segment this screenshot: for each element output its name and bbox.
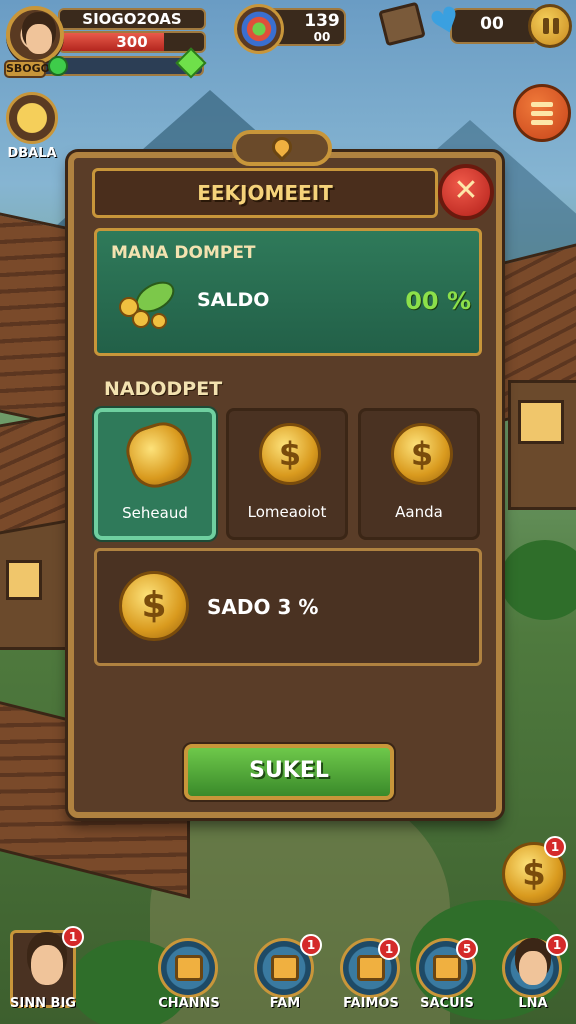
dock-label: LNA — [518, 996, 548, 1011]
health-value: 300 — [116, 33, 148, 51]
level-tag: SBOGO — [4, 60, 50, 78]
avatar-face — [26, 24, 52, 54]
resource-count: 139 — [304, 11, 340, 31]
map-pin-icon — [267, 132, 297, 162]
crown-icon — [433, 955, 461, 981]
chest-icon[interactable] — [378, 1, 426, 47]
dollar-coin-icon: $ — [391, 423, 453, 485]
player-name: SIOGO2OAS — [58, 8, 206, 30]
section-label: NADODPET — [104, 378, 223, 400]
dock-chests[interactable]: CHANNS — [152, 930, 226, 1020]
balance-text: SADO 3 % — [207, 595, 319, 619]
dialog-title: EEKJOMEEIT — [92, 168, 438, 218]
crate-icon — [357, 955, 385, 981]
option-card-2[interactable]: $ Lomeaoiot — [226, 408, 348, 540]
menu-icon-line — [531, 111, 553, 116]
treasure-icon — [271, 955, 299, 981]
dock-label: CHANNS — [158, 996, 220, 1011]
notification-badge: 1 — [62, 926, 84, 948]
notification-badge: 1 — [544, 836, 566, 858]
dock-character[interactable]: 1 LNA — [496, 930, 570, 1020]
hut-window — [518, 400, 564, 444]
character-icon — [519, 951, 547, 985]
notification-badge: 5 — [456, 938, 478, 960]
dollar-coin-icon: $ — [119, 571, 189, 641]
portrait-icon — [31, 945, 63, 985]
menu-icon-line — [531, 120, 553, 125]
dock-items[interactable]: 1 FAIMOS — [334, 930, 408, 1020]
dock-label: FAM — [269, 996, 301, 1011]
dock-circle — [158, 938, 218, 998]
menu-button[interactable] — [513, 84, 571, 142]
hearts-count: 00 — [480, 14, 504, 34]
option-label: Aanda — [395, 503, 443, 521]
hut-window — [6, 560, 42, 600]
saldo-label: SALDO — [197, 289, 270, 311]
notification-badge: 1 — [546, 934, 568, 956]
dock-profile[interactable]: 1 SINN BIG — [6, 926, 84, 1020]
resource-subcount: 00 — [313, 30, 331, 44]
submit-button[interactable]: SUKEL — [184, 744, 394, 800]
wallet-title: MANA DOMPET — [111, 243, 256, 263]
wallet-card: MANA DOMPET SALDO 00 % — [94, 228, 482, 356]
saldo-value: 00 % — [405, 287, 471, 315]
balance-row: $ SADO 3 % — [94, 548, 482, 666]
panel-crest — [232, 130, 332, 166]
leaf-coins-icon — [119, 281, 175, 329]
gem-bag-icon[interactable] — [234, 4, 284, 54]
option-card-3[interactable]: $ Aanda — [358, 408, 480, 540]
bush — [500, 540, 576, 620]
dock-farm[interactable]: 1 FAM — [248, 930, 322, 1020]
health-bar: 300 — [58, 31, 206, 53]
dock-label: SACUIS — [420, 996, 474, 1011]
coin-shop-button[interactable] — [6, 92, 58, 144]
menu-icon-line — [531, 102, 553, 107]
notification-badge: 1 — [378, 938, 400, 960]
dock-label: FAIMOS — [343, 996, 399, 1011]
coin-stack-icon — [119, 415, 199, 495]
close-button[interactable]: ✕ — [438, 164, 494, 220]
option-label: Lomeaoiot — [247, 503, 327, 521]
dollar-coin-icon: $ — [259, 423, 321, 485]
pause-button[interactable] — [528, 4, 572, 48]
chest-icon — [175, 955, 203, 981]
option-label: Sehеаud — [122, 504, 188, 522]
option-card-1[interactable]: Sehеаud — [94, 408, 216, 540]
wallet-dialog: EEKJOMEEIT ✕ MANA DOMPET SALDO 00 % NADO… — [68, 152, 502, 818]
coin-shop-label: DBALA — [7, 146, 57, 161]
dock-rewards[interactable]: 5 SACUIS — [410, 930, 484, 1020]
notification-badge: 1 — [300, 934, 322, 956]
green-gem-icon — [48, 56, 68, 76]
dock-label: SINN BIG — [10, 996, 76, 1011]
